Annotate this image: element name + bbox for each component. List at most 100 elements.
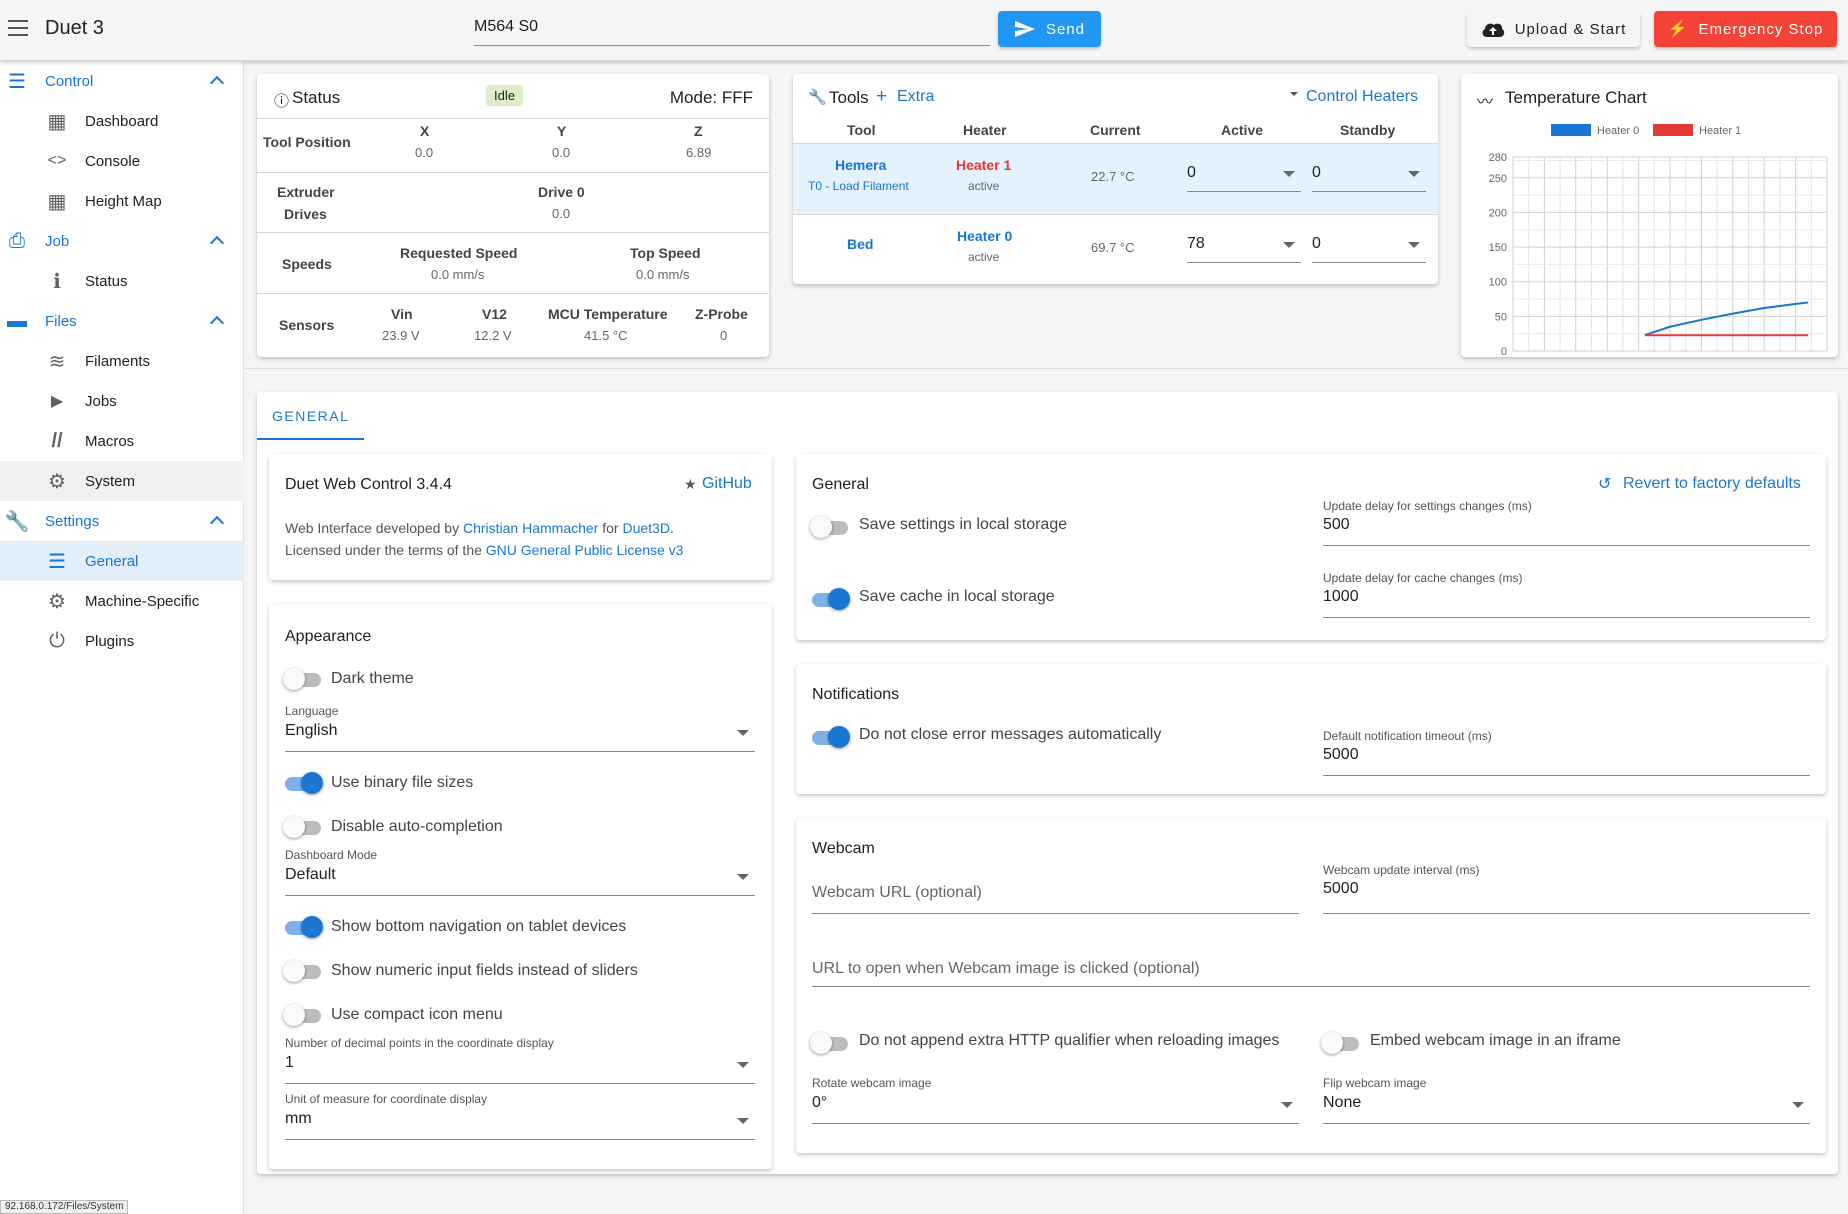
wrench-icon: 🔧 [4, 510, 30, 533]
active-temp-input[interactable]: 0 [1187, 154, 1301, 192]
tool-name-link[interactable]: Hemera [835, 157, 886, 173]
emergency-stop-button[interactable]: ⚡ Emergency Stop [1654, 11, 1837, 47]
menu-icon[interactable] [8, 20, 28, 36]
legend-label: Heater 0 [1597, 125, 1639, 137]
sidebar-item-general[interactable]: ☰ General [0, 541, 244, 581]
save-settings-toggle[interactable] [810, 514, 850, 538]
language-select[interactable]: English [285, 718, 755, 752]
no-http-qualifier-toggle[interactable] [810, 1030, 850, 1054]
webcam-click-url-input[interactable]: URL to open when Webcam image is clicked… [812, 948, 1810, 987]
heater-link[interactable]: Heater 0 [957, 228, 1012, 244]
heater-state: active [968, 179, 1000, 193]
active-temp-input[interactable]: 78 [1187, 225, 1301, 263]
sidebar-item-dashboard[interactable]: ▦ Dashboard [0, 101, 244, 141]
webcam-card: Webcam Webcam URL (optional) Webcam upda… [796, 818, 1826, 1153]
cache-delay-input[interactable]: 1000 [1323, 584, 1810, 618]
numeric-inputs-toggle[interactable] [283, 958, 323, 982]
license-link[interactable]: GNU General Public License v3 [486, 542, 684, 558]
sidebar-item-filaments[interactable]: ≋ Filaments [0, 341, 244, 381]
revert-defaults-button[interactable]: Revert to factory defaults [1623, 475, 1801, 493]
sidebar-item-macros[interactable]: // Macros [0, 421, 244, 461]
sidebar-item-console[interactable]: <> Console [0, 141, 244, 181]
tool-sub-link[interactable]: T0 - Load Filament [808, 179, 909, 193]
webcam-title: Webcam [812, 840, 875, 857]
v12-label: V12 [482, 306, 507, 322]
dashboard-mode-select[interactable]: Default [285, 862, 755, 896]
extra-button[interactable]: Extra [897, 88, 934, 106]
sidebar-item-heightmap[interactable]: ▦ Height Map [0, 181, 244, 221]
embed-iframe-toggle[interactable] [1321, 1030, 1361, 1054]
disable-autocomplete-toggle[interactable] [283, 814, 323, 838]
decimals-select[interactable]: 1 [285, 1050, 755, 1084]
sidebar-group-files[interactable]: ▬ Files [0, 301, 244, 341]
binary-sizes-toggle[interactable] [283, 770, 323, 794]
y-tick-label: 50 [1495, 311, 1507, 323]
settings-delay-input[interactable]: 500 [1323, 512, 1810, 546]
col-current: Current [1090, 122, 1141, 138]
sidebar-item-machine-specific[interactable]: ⚙ Machine-Specific [0, 581, 244, 621]
col-tool: Tool [847, 122, 876, 138]
tab-general[interactable]: GENERAL [257, 392, 364, 440]
mode-label: Mode: FFF [669, 88, 753, 107]
chevron-up-icon [209, 515, 225, 531]
webcam-interval-input[interactable]: 5000 [1323, 876, 1810, 914]
command-input[interactable]: M564 S0 [474, 10, 990, 46]
play-icon: ▶ [50, 393, 64, 410]
author-link[interactable]: Christian Hammacher [463, 520, 598, 536]
compact-icon-toggle[interactable] [283, 1002, 323, 1026]
sidebar-group-settings[interactable]: 🔧 Settings [0, 501, 244, 541]
temperature-chart: 28025020015010050007:4507:4607:4707:4807… [1489, 124, 1828, 357]
flip-select[interactable]: None [1323, 1090, 1810, 1124]
github-link[interactable]: GitHub [702, 475, 752, 493]
unit-select[interactable]: mm [285, 1106, 755, 1140]
timeout-label: Default notification timeout (ms) [1323, 729, 1492, 743]
notifications-card: Notifications Do not close error message… [796, 664, 1826, 794]
app-bar: Duet 3 M564 S0 Send Upload & Start ⚡ Eme… [0, 0, 1848, 61]
standby-temp-input[interactable]: 0 [1312, 225, 1426, 263]
browser-status-url: 92.168.0.172/Files/System [0, 1200, 129, 1214]
speeds-label: Speeds [282, 256, 332, 272]
general-title: General [812, 476, 869, 493]
sd-card-icon: ▬ [7, 309, 27, 332]
duet3d-link[interactable]: Duet3D [622, 520, 669, 536]
sidebar-item-system[interactable]: ⚙ System [0, 461, 244, 501]
sidebar-item-status[interactable]: ℹ Status [0, 261, 244, 301]
about-line-1: Web Interface developed by Christian Ham… [285, 520, 674, 536]
control-heaters-button[interactable]: Control Heaters [1306, 88, 1418, 106]
timeout-input[interactable]: 5000 [1323, 742, 1810, 776]
send-icon [1014, 21, 1035, 37]
sidebar-item-jobs[interactable]: ▶ Jobs [0, 381, 244, 421]
bottom-nav-toggle[interactable] [283, 914, 323, 938]
sidebar-group-control[interactable]: ☰ Control [0, 61, 244, 101]
extruder-label: Extruder [277, 184, 335, 200]
sidebar-item-plugins[interactable]: ⏻ Plugins [0, 621, 244, 661]
mcu-temp-value: 41.5 °C [584, 328, 628, 343]
no-close-errors-toggle[interactable] [810, 724, 850, 748]
sidebar-group-job[interactable]: ⎙ Job [0, 221, 244, 261]
decimals-label: Number of decimal points in the coordina… [285, 1036, 554, 1050]
heater-link[interactable]: Heater 1 [956, 157, 1011, 173]
legend-swatch [1653, 124, 1693, 136]
dark-theme-toggle[interactable] [283, 666, 323, 690]
webcam-url-input[interactable]: Webcam URL (optional) [812, 876, 1299, 914]
current-temp: 69.7 °C [1091, 240, 1135, 255]
plus-icon[interactable]: + [876, 86, 887, 108]
settings-panel: GENERAL Duet Web Control 3.4.4 ★ GitHub … [257, 392, 1838, 1174]
bed-link[interactable]: Bed [847, 236, 873, 252]
rotate-select[interactable]: 0° [812, 1090, 1299, 1124]
drive0-label: Drive 0 [538, 184, 585, 200]
col-heater: Heater [963, 122, 1007, 138]
axis-x-label: X [420, 123, 430, 139]
chevron-up-icon [209, 75, 225, 91]
y-tick-label: 250 [1489, 173, 1507, 185]
binary-sizes-label: Use binary file sizes [331, 774, 474, 791]
standby-temp-input[interactable]: 0 [1312, 154, 1426, 192]
upload-start-button[interactable]: Upload & Start [1467, 11, 1640, 47]
save-cache-toggle[interactable] [810, 586, 850, 610]
dropdown-icon [737, 1062, 749, 1068]
about-line-2: Licensed under the terms of the GNU Gene… [285, 542, 684, 558]
send-button[interactable]: Send [998, 11, 1101, 47]
tools-card: 🔧 Tools + Extra Control Heaters Tool Hea… [793, 74, 1438, 284]
about-title: Duet Web Control 3.4.4 [285, 476, 452, 493]
tools-title: Tools [829, 88, 869, 107]
